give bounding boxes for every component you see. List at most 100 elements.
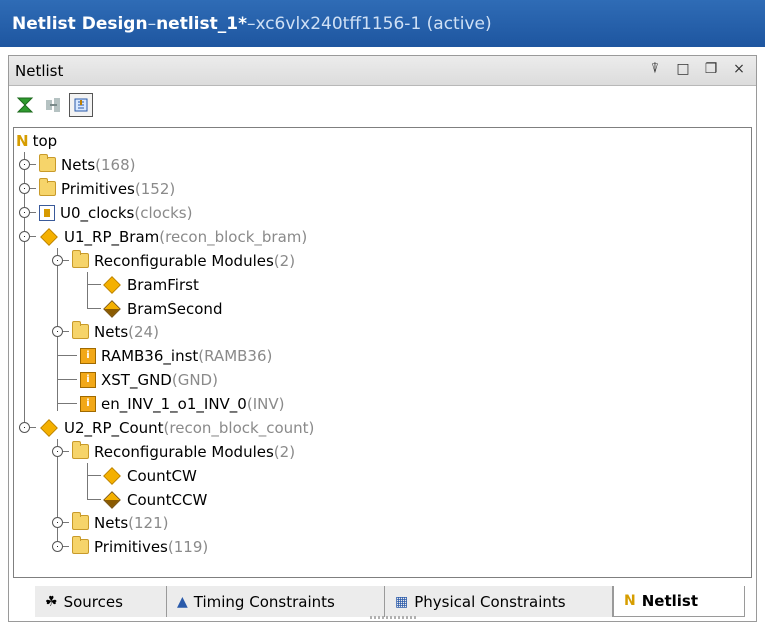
netlist-toolbar	[9, 87, 756, 122]
partition-icon	[40, 227, 58, 246]
hierarchy-icon	[74, 98, 88, 111]
tree-item-reconfig-modules-2[interactable]: Reconfigurable Modules (2)	[72, 440, 295, 463]
tab-label: Physical Constraints	[414, 592, 566, 611]
tree-item-label: Reconfigurable Modules	[94, 251, 274, 270]
tree-item-en-inv[interactable]: i en_INV_1_o1_INV_0 (INV)	[80, 392, 284, 415]
folder-open-icon	[72, 441, 89, 459]
module-active-icon	[103, 490, 121, 509]
window-title-modified: *	[238, 13, 247, 34]
tree-item-top[interactable]: N top	[16, 129, 57, 152]
collapse-rm1-icon[interactable]	[52, 255, 63, 266]
expand-u0-icon[interactable]	[19, 207, 30, 218]
show-hierarchy-button[interactable]	[69, 92, 93, 117]
tree-item-count: (119)	[167, 537, 209, 556]
panel-title: Netlist	[15, 61, 64, 80]
resize-grip[interactable]	[370, 616, 416, 619]
folder-icon	[72, 536, 89, 554]
panel-window-controls: ⍒ □ ❐ ×	[646, 61, 748, 77]
tree-item-countccw[interactable]: CountCCW	[102, 488, 207, 511]
primitive-icon: i	[80, 347, 96, 364]
expand-all-button[interactable]	[41, 93, 65, 117]
expand-primitives-icon[interactable]	[19, 183, 30, 194]
tree-item-label: U0_clocks	[60, 203, 135, 222]
tree-item-label: U2_RP_Count	[64, 418, 164, 437]
tree-item-count: (121)	[128, 513, 169, 532]
expand-all-icon	[46, 97, 60, 112]
tree-item-type: (clocks)	[134, 203, 193, 222]
instance-icon	[39, 204, 55, 221]
pin-icon[interactable]: ⍒	[646, 61, 664, 77]
tree-item-u2-rp-count[interactable]: U2_RP_Count (recon_block_count)	[39, 416, 314, 439]
window-title-sep2: –	[246, 13, 256, 34]
module-icon	[103, 275, 121, 294]
window-title-bar: Netlist Design – netlist_1 * – xc6vlx240…	[0, 0, 765, 47]
window-title-prefix: Netlist Design	[12, 13, 148, 34]
netlist-icon: N	[16, 131, 29, 150]
tree-item-type: (recon_block_bram)	[159, 227, 308, 246]
expand-nets-icon[interactable]	[19, 159, 30, 170]
tree-item-xst-gnd[interactable]: i XST_GND (GND)	[80, 368, 218, 391]
expand-nets24-icon[interactable]	[52, 326, 63, 337]
collapse-all-button[interactable]	[13, 93, 37, 117]
tree-item-label: CountCCW	[127, 490, 208, 509]
tree-item-nets[interactable]: Nets (168)	[39, 153, 136, 176]
tree-item-label: Reconfigurable Modules	[94, 442, 274, 461]
tree-item-label: Nets	[94, 513, 129, 532]
tab-label: Timing Constraints	[193, 592, 335, 611]
tree-item-label: Primitives	[61, 179, 135, 198]
tree-item-ramb36-inst[interactable]: i RAMB36_inst (RAMB36)	[80, 344, 272, 367]
expand-nets121-icon[interactable]	[52, 517, 63, 528]
module-icon	[103, 466, 121, 485]
collapse-all-icon	[16, 97, 34, 112]
tab-sources[interactable]: ☘ Sources	[35, 586, 167, 617]
tree-item-bramsecond[interactable]: BramSecond	[102, 297, 222, 320]
tree-item-countcw[interactable]: CountCW	[102, 464, 197, 487]
tree-item-label: en_INV_1_o1_INV_0	[101, 394, 247, 413]
float-icon[interactable]: ❐	[702, 61, 720, 77]
tab-label: Sources	[63, 592, 123, 611]
tree-item-label: BramFirst	[127, 275, 199, 294]
folder-icon	[39, 178, 56, 196]
primitive-icon: i	[80, 371, 96, 388]
folder-icon	[39, 154, 56, 172]
tree-item-nets-24[interactable]: Nets (24)	[72, 320, 159, 343]
collapse-u2-icon[interactable]	[19, 422, 30, 433]
tree-item-count: (2)	[273, 442, 296, 461]
collapse-u1-icon[interactable]	[19, 231, 30, 242]
tree-item-count: (24)	[128, 322, 159, 341]
maximize-icon[interactable]: □	[674, 61, 692, 77]
window-title-part: xc6vlx240tff1156-1 (active)	[255, 13, 492, 34]
tree-item-label: Primitives	[94, 537, 168, 556]
tree-item-count: (152)	[134, 179, 176, 198]
tree-item-label: CountCW	[127, 466, 197, 485]
tree-item-label: BramSecond	[127, 299, 223, 318]
folder-icon	[72, 512, 89, 530]
sources-icon: ☘	[45, 593, 58, 610]
partition-icon	[40, 418, 58, 437]
tree-item-u0-clocks[interactable]: U0_clocks (clocks)	[39, 201, 192, 224]
tree-item-nets-121[interactable]: Nets (121)	[72, 511, 169, 534]
panel-header: Netlist ⍒ □ ❐ ×	[9, 56, 756, 86]
tree-item-bramfirst[interactable]: BramFirst	[102, 273, 199, 296]
panel-tabs: ☘ Sources ▲ Timing Constraints ▦ Physica…	[9, 586, 756, 618]
tab-physical-constraints[interactable]: ▦ Physical Constraints	[385, 586, 613, 617]
tree-item-label: U1_RP_Bram	[64, 227, 160, 246]
tree-item-u1-rp-bram[interactable]: U1_RP_Bram (recon_block_bram)	[39, 225, 307, 248]
folder-open-icon	[72, 250, 89, 268]
tree-item-primitives-119[interactable]: Primitives (119)	[72, 535, 208, 558]
tree-item-label: top	[32, 131, 58, 150]
tree-item-count: (168)	[95, 155, 136, 174]
expand-primitives119-icon[interactable]	[52, 541, 63, 552]
netlist-panel: Netlist ⍒ □ ❐ × N top Nets (168) Primiti…	[8, 55, 757, 622]
netlist-icon: N	[624, 593, 636, 609]
tab-netlist[interactable]: N Netlist	[613, 586, 745, 617]
folder-icon	[72, 321, 89, 339]
netlist-tree: N top Nets (168) Primitives (152) U0_clo…	[13, 127, 752, 578]
tab-timing-constraints[interactable]: ▲ Timing Constraints	[167, 586, 385, 617]
tree-item-primitives[interactable]: Primitives (152)	[39, 177, 175, 200]
tree-item-label: XST_GND	[101, 370, 172, 389]
collapse-rm2-icon[interactable]	[52, 446, 63, 457]
tab-label: Netlist	[641, 592, 698, 610]
close-icon[interactable]: ×	[730, 61, 748, 77]
tree-item-reconfig-modules[interactable]: Reconfigurable Modules (2)	[72, 249, 295, 272]
